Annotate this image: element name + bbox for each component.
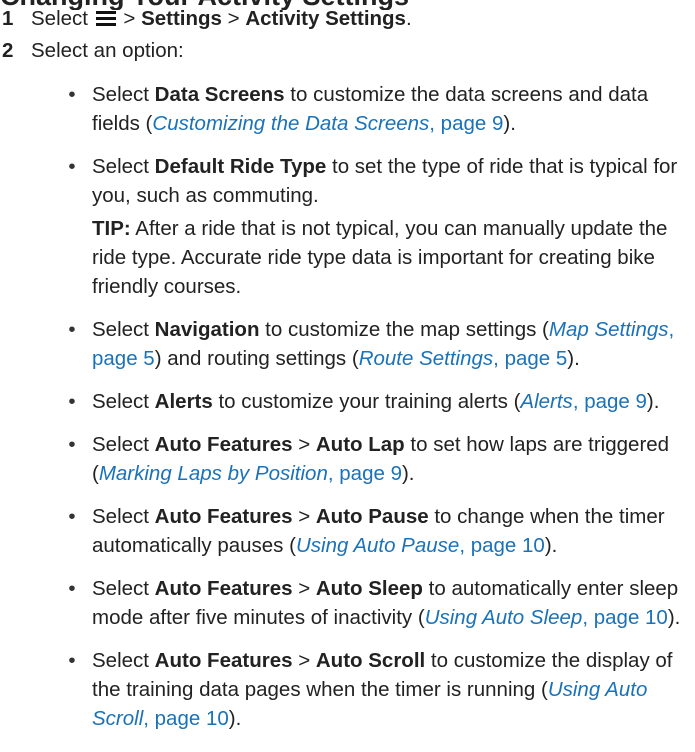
link-customizing-data-screens[interactable]: Customizing the Data Screens	[152, 112, 429, 135]
link-using-auto-pause[interactable]: Using Auto Pause	[296, 534, 459, 557]
tip-note: TIP: After a ride that is not typical, y…	[92, 217, 668, 298]
link-map-settings[interactable]: Map Settings	[549, 318, 669, 341]
settings-menu-item: Settings	[141, 7, 222, 30]
link-route-settings[interactable]: Route Settings	[359, 347, 493, 370]
list-item-navigation: • Select Navigation to customize the map…	[62, 315, 692, 373]
list-item-auto-lap: • Select Auto Features > Auto Lap to set…	[62, 430, 692, 488]
step-2: 2 Select an option:	[0, 36, 184, 65]
tip-label: TIP:	[92, 217, 131, 240]
step-1: 1 Select > Settings > Activity Settings.	[0, 4, 412, 33]
list-item-alerts: • Select Alerts to customize your traini…	[62, 387, 692, 416]
step-number: 2	[2, 39, 14, 62]
bullet-marker: •	[68, 433, 76, 456]
list-item-data-screens: • Select Data Screens to customize the d…	[62, 80, 692, 138]
bullet-marker: •	[68, 83, 76, 106]
list-item-default-ride-type: • Select Default Ride Type to set the ty…	[62, 152, 692, 210]
list-item-auto-sleep: • Select Auto Features > Auto Sleep to a…	[62, 574, 692, 632]
step-number: 1	[2, 7, 14, 30]
bullet-marker: •	[68, 390, 76, 413]
bullet-marker: •	[68, 318, 76, 341]
bullet-marker: •	[68, 577, 76, 600]
activity-settings-menu-item: Activity Settings	[245, 7, 406, 30]
list-item-auto-pause: • Select Auto Features > Auto Pause to c…	[62, 502, 692, 560]
list-item-auto-scroll: • Select Auto Features > Auto Scroll to …	[62, 646, 692, 733]
link-alerts[interactable]: Alerts	[520, 390, 572, 413]
option-list: • Select Data Screens to customize the d…	[62, 80, 692, 733]
bullet-marker: •	[68, 649, 76, 672]
bullet-marker: •	[68, 505, 76, 528]
bullet-marker: •	[68, 155, 76, 178]
link-marking-laps-by-position[interactable]: Marking Laps by Position	[99, 462, 328, 485]
link-using-auto-sleep[interactable]: Using Auto Sleep	[425, 606, 583, 629]
menu-icon	[95, 11, 116, 26]
